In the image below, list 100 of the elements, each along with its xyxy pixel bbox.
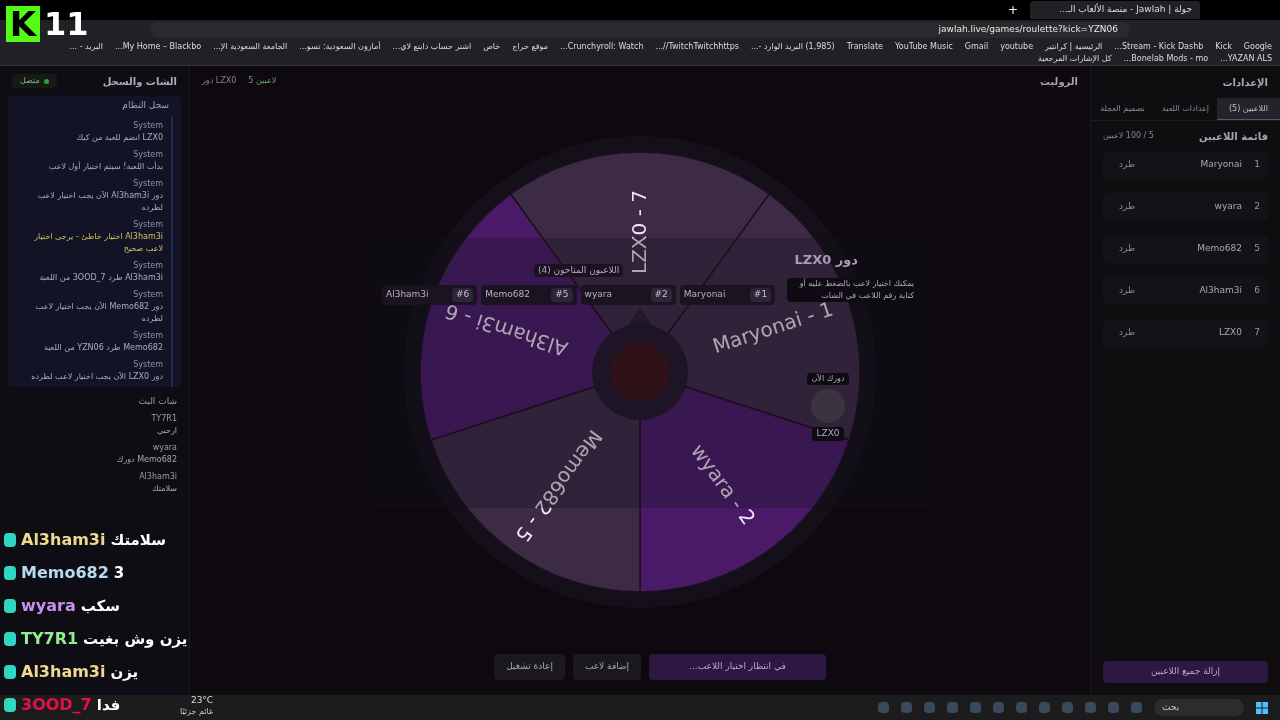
chat-message: Memo682 دورك [115,454,177,466]
bookmark-link[interactable]: youtube [1000,41,1034,52]
bookmark-link[interactable]: Stream - Kick Dashb... [1114,41,1204,52]
player-chip[interactable]: wyara #2 [580,285,676,305]
player-name: Al3ham3i [1198,284,1242,298]
current-player-name: LZX0 [812,427,844,441]
bookmark-link[interactable]: (1,985) البريد الوارد -... [750,41,835,52]
kick-button[interactable]: طرد [1111,284,1144,298]
viewer-count: 11 [44,8,89,40]
bookmark-link[interactable]: اشتر حساب دايتع لاي... [392,41,472,52]
bookmark-link[interactable]: Google [1243,41,1272,52]
log-message: Memo682 طرد YZN06 من اللعبة [42,342,163,354]
kick-button[interactable]: طرد [1111,158,1144,172]
browser-tab[interactable]: جولة | Jawlah - منصة الألعاب الـ... [1030,1,1200,19]
bookmark-link[interactable]: YouTube Music [894,41,953,52]
dialog-title: دور LZX0 [794,251,858,269]
clear-players-button[interactable]: إزالة جميع اللاعبين [1103,661,1268,683]
settings-tab[interactable]: إعدادات اللعبة [1154,98,1217,120]
status-badge: متصل [12,74,57,88]
section-title: قائمة اللاعبين [1198,129,1268,144]
bookmark-link[interactable]: الرئيسية | كرانتير [1045,41,1103,52]
stream-chat-username: TY7R1 [21,628,79,650]
player-number: 2 [1253,200,1260,214]
badge-icon [4,599,16,613]
taskbar-app-icon[interactable] [901,702,912,713]
chip-player-name: wyara [584,288,613,302]
taskbar-app-icon[interactable] [924,702,935,713]
chip-player-name: Memo682 [485,288,532,302]
badge-icon [4,698,16,712]
bookmark-link[interactable]: My Home – Blackbo... [115,41,202,52]
chip-player-number: #2 [650,288,672,302]
bookmark-link[interactable]: Gmail [964,41,989,52]
player-name: Maryonai [1199,158,1242,172]
stream-chat-message: يزن وش بغيت [83,628,188,650]
taskbar-app-icon[interactable] [1085,702,1096,713]
player-chip[interactable]: Memo682 #5 [481,285,577,305]
taskbar-app-icon[interactable] [1016,702,1027,713]
bookmark-link[interactable]: Kick [1215,41,1232,52]
section-title: سجل النظام [122,99,169,113]
log-sender: System [132,178,163,190]
player-number: 5 [1253,242,1260,256]
log-message: دور Memo682 الآن يجب اختيار لاعب لطرده [34,301,163,325]
stream-chat-username: Memo682 [21,562,109,584]
bookmark-link[interactable]: Crunchyroll: Watch... [560,41,644,52]
log-sender: System [132,289,163,301]
settings-tab[interactable]: تصميم العجلة [1091,98,1154,120]
stream-chat-message: فدا [96,694,121,716]
turn-label: دور LZX0 [202,75,237,87]
bookmark-link[interactable]: Bonelab Mods - mo... [1123,53,1209,64]
badge-icon [4,566,16,580]
windows-logo-icon[interactable] [1256,701,1268,714]
log-sender: System [132,219,163,231]
badge-icon [4,533,16,547]
kick-button[interactable]: طرد [1111,326,1144,340]
log-message: بدأت اللعبة! سيتم اختيار أول لاعب [47,161,163,173]
panel-title: الشات والسجل [102,74,177,89]
taskbar-app-icon[interactable] [993,702,1004,713]
new-tab-button[interactable]: + [1007,4,1018,16]
bookmark-link[interactable]: Translate [846,41,883,52]
player-chip[interactable]: Al3ham3i #6 [382,285,478,305]
url-text: jawlah.live/games/roulette?kick=YZN06 [938,23,1118,37]
kick-button[interactable]: طرد [1111,242,1144,256]
taskbar-search[interactable]: بحث [1154,699,1244,716]
capacity-label: 5 / 100 لاعبين [1103,130,1154,142]
action-button[interactable]: إضافة لاعب [572,654,642,680]
bookmark-link[interactable]: البريد - ... [69,41,103,52]
taskbar-app-icon[interactable] [1131,702,1142,713]
stream-chat-username: 3OOD_7 [21,694,92,716]
taskbar-app-icon[interactable] [947,702,958,713]
player-number: 1 [1253,158,1260,172]
action-button[interactable]: في انتظار اختيار اللاعب... [649,654,826,680]
taskbar-app-icon[interactable] [1062,702,1073,713]
bookmark-link[interactable]: أمازون السعودية: تسو... [299,41,381,52]
chip-player-name: Al3ham3i [386,288,430,302]
address-bar[interactable]: jawlah.live/games/roulette?kick=YZN06 [150,22,1130,38]
chat-username: TY7R1 [150,413,177,425]
bookmark-link[interactable]: الجامعة السعودية الإ... [213,41,288,52]
chat-message: سلامتك [151,483,177,495]
log-message: دور Al3ham3i الآن يجب اختيار لاعب لطرده [36,190,163,214]
bookmark-link[interactable]: YAZAN ALS... [1220,53,1272,64]
taskbar-app-icon[interactable] [1039,702,1050,713]
settings-tab[interactable]: اللاعبين (5) [1217,98,1280,120]
taskbar-app-icon[interactable] [878,702,889,713]
weather-text: غائم جزئيًا [180,706,214,717]
taskbar-app-icon[interactable] [970,702,981,713]
player-number: 6 [1253,284,1260,298]
bookmark-link[interactable]: خاص [483,41,501,52]
log-sender: System [132,359,163,371]
player-chip[interactable]: Maryonai #1 [679,285,776,305]
stream-chat-username: Al3ham3i [21,529,106,551]
kick-button[interactable]: طرد [1111,200,1144,214]
bookmark-link[interactable]: كل الإشارات المرجعية [1037,53,1112,64]
chat-username: wyara [151,442,177,454]
stream-chat-message: 3 [113,562,125,584]
bookmark-link[interactable]: TwitchTwitchhttps//... [655,41,739,52]
action-button[interactable]: إعادة تشغيل [494,654,565,680]
chat-message: ارحبي [155,425,177,437]
bookmark-link[interactable]: موقع حراج [512,41,548,52]
player-number: 7 [1253,326,1260,340]
taskbar-app-icon[interactable] [1108,702,1119,713]
